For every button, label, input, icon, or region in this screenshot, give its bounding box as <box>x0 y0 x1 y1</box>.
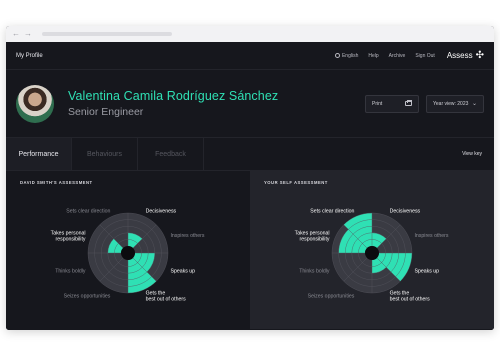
manager-assessment-chart: Decisiveness Inspires others Speaks up Gets… <box>51 208 205 302</box>
self-assessment-chart: Decisiveness Inspires others Speaks up Gets… <box>295 208 449 302</box>
sign-out-link[interactable]: Sign Out <box>415 53 434 59</box>
axis-label-decisiveness: Decisiveness <box>146 208 177 214</box>
axis-label-speaks-up: Speaks up <box>170 268 195 274</box>
axis-label-takes-personal-responsibility: Takes personal responsibility <box>295 230 330 242</box>
logo-mark-icon: ✣ <box>475 49 484 61</box>
top-nav: My Profile English Help Archive Sign Out… <box>6 42 494 70</box>
axis-label-sets-clear-direction: Sets clear direction <box>310 208 354 214</box>
chevron-down-icon: ⌄ <box>471 101 477 107</box>
printer-icon <box>405 100 412 106</box>
view-key-link[interactable]: View key <box>450 138 494 170</box>
axis-label-seizes-opportunities: Seizes opportunities <box>308 293 355 299</box>
archive-link[interactable]: Archive <box>389 53 406 59</box>
brand-logo[interactable]: Assess ✣ <box>446 49 484 61</box>
axis-label-gets-the-best-out-of-others: Gets the best out of others <box>390 290 430 302</box>
browser-toolbar: ← → <box>6 26 494 42</box>
tab-performance[interactable]: Performance <box>6 138 72 170</box>
language-label: English <box>341 52 359 59</box>
browser-window: ← → My Profile English Help Archive Sign… <box>6 26 494 330</box>
axis-label-thinks-boldly: Thinks boldly <box>55 268 86 274</box>
address-bar[interactable] <box>42 32 172 36</box>
chart-center <box>121 246 135 260</box>
axis-label-decisiveness: Decisiveness <box>390 208 421 214</box>
assessment-panels: DAVID SMITH'S ASSESSMENT Decisiveness Ins… <box>6 171 494 329</box>
profile-header: Valentina Camila Rodríguez Sánchez Senio… <box>6 70 494 138</box>
forward-icon[interactable]: → <box>24 30 32 38</box>
back-icon[interactable]: ← <box>12 30 20 38</box>
axis-label-gets-the-best-out-of-others: Gets the best out of others <box>146 290 186 302</box>
axis-label-takes-personal-responsibility: Takes personal responsibility <box>51 230 86 242</box>
app: My Profile English Help Archive Sign Out… <box>6 42 494 330</box>
axis-label-speaks-up: Speaks up <box>414 268 439 274</box>
print-label: Print <box>372 100 383 107</box>
avatar <box>16 84 54 123</box>
print-button[interactable]: Print <box>365 94 419 113</box>
language-link[interactable]: English <box>334 52 359 59</box>
self-assessment-panel: YOUR SELF ASSESSMENT Decisiveness Inspire… <box>250 171 494 329</box>
tab-bar: Performance Behaviours Feedback View key <box>6 138 494 171</box>
axis-label-inspires-others: Inspires others <box>170 233 204 239</box>
manager-assessment-panel: DAVID SMITH'S ASSESSMENT Decisiveness Ins… <box>6 171 250 329</box>
profile-role: Senior Engineer <box>68 106 144 118</box>
profile-info: Valentina Camila Rodríguez Sánchez Senio… <box>68 89 278 118</box>
year-view-select[interactable]: Year view: 2023 ⌄ <box>426 94 484 113</box>
chart-center <box>365 246 379 260</box>
year-view-label: Year view: 2023 <box>433 100 469 107</box>
brand-name: Assess <box>446 51 473 60</box>
axis-label-seizes-opportunities: Seizes opportunities <box>64 293 111 299</box>
tab-behaviours[interactable]: Behaviours <box>72 138 138 170</box>
axis-label-thinks-boldly: Thinks boldly <box>299 268 330 274</box>
globe-icon <box>334 53 340 58</box>
axis-label-inspires-others: Inspires others <box>414 233 448 239</box>
help-link[interactable]: Help <box>368 53 378 59</box>
page-title: My Profile <box>16 52 43 59</box>
profile-name: Valentina Camila Rodríguez Sánchez <box>68 89 279 103</box>
tab-feedback[interactable]: Feedback <box>138 138 204 170</box>
axis-label-sets-clear-direction: Sets clear direction <box>66 208 110 214</box>
